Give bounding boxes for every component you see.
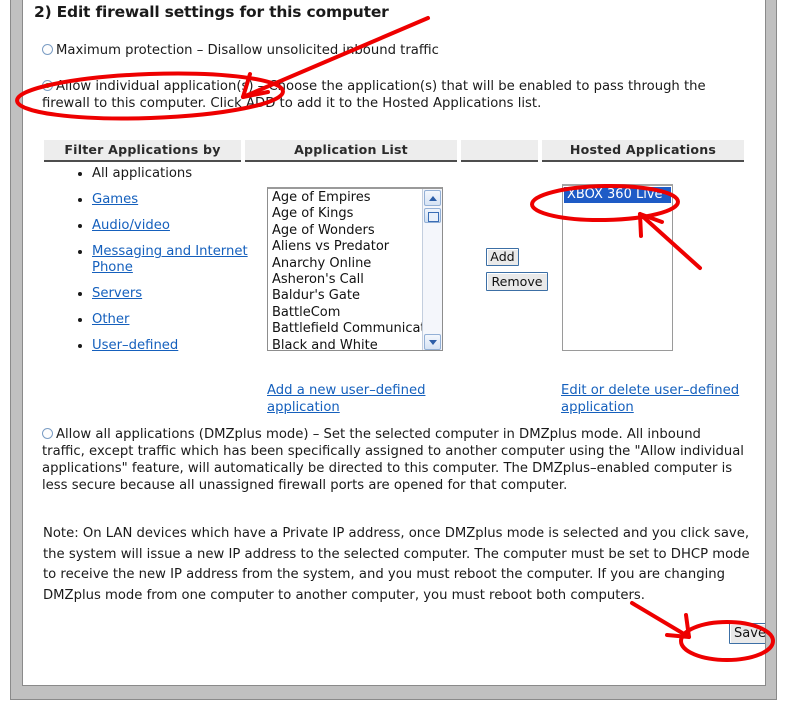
list-item[interactable]: Other bbox=[92, 312, 270, 328]
list-item[interactable]: Baldur's Gate bbox=[268, 288, 422, 304]
radio-allow-individual[interactable] bbox=[42, 80, 53, 91]
hosted-applications-selected-item[interactable]: XBOX 360 Live bbox=[564, 187, 671, 203]
hosted-applications-list-box[interactable]: XBOX 360 Live bbox=[562, 184, 673, 351]
edit-user-defined-application-link[interactable]: Edit or delete user–defined application bbox=[561, 382, 741, 416]
column-header-hosted-applications: Hosted Applications bbox=[542, 140, 744, 162]
remove-button[interactable]: Remove bbox=[486, 272, 548, 291]
list-item[interactable]: Audio/video bbox=[92, 218, 270, 234]
dmzplus-note-text: Note: On LAN devices which have a Privat… bbox=[43, 526, 750, 603]
radio-maximum-protection[interactable] bbox=[42, 44, 53, 55]
add-button[interactable]: Add bbox=[486, 248, 519, 266]
application-list-items[interactable]: Age of Empires Age of Kings Age of Wonde… bbox=[268, 190, 439, 350]
add-user-defined-application-link[interactable]: Add a new user–defined application bbox=[267, 382, 427, 416]
filter-item-servers[interactable]: Servers bbox=[92, 286, 142, 301]
option-maximum-protection-label: Maximum protection – Disallow unsolicite… bbox=[56, 43, 439, 58]
list-item[interactable]: Battlefield Communicator bbox=[268, 321, 439, 337]
list-item[interactable]: Games bbox=[92, 192, 270, 208]
page-title: 2) Edit firewall settings for this compu… bbox=[34, 3, 389, 21]
application-list-box[interactable]: Age of Empires Age of Kings Age of Wonde… bbox=[267, 187, 443, 351]
filter-item-games[interactable]: Games bbox=[92, 192, 138, 207]
list-item[interactable]: BattleCom bbox=[268, 305, 422, 321]
filter-item-messaging-internet-phone[interactable]: Messaging and Internet Phone bbox=[92, 244, 248, 275]
firewall-settings-form: 2) Edit firewall settings for this compu… bbox=[23, 0, 765, 685]
save-button[interactable]: Save bbox=[729, 623, 765, 644]
scroll-up-arrow-icon[interactable] bbox=[424, 190, 441, 206]
list-item[interactable]: Messaging and Internet Phone bbox=[92, 244, 270, 276]
list-item[interactable]: Anarchy Online bbox=[268, 256, 422, 272]
list-item[interactable]: Age of Empires bbox=[268, 190, 422, 206]
option-allow-individual-label: Allow individual application(s) – Choose… bbox=[42, 79, 706, 111]
option-allow-individual[interactable]: Allow individual application(s) – Choose… bbox=[42, 78, 752, 112]
column-header-filter-applications: Filter Applications by bbox=[44, 140, 241, 162]
column-header-actions bbox=[461, 140, 538, 162]
filter-applications-list: All applications Games Audio/video Messa… bbox=[70, 166, 270, 364]
option-maximum-protection[interactable]: Maximum protection – Disallow unsolicite… bbox=[42, 42, 439, 59]
filter-item-user-defined[interactable]: User–defined bbox=[92, 338, 178, 353]
scroll-down-arrow-icon[interactable] bbox=[424, 334, 441, 350]
list-item[interactable]: Servers bbox=[92, 286, 270, 302]
list-item: All applications bbox=[92, 166, 270, 182]
list-item[interactable]: Asheron's Call bbox=[268, 272, 422, 288]
filter-item-audio-video[interactable]: Audio/video bbox=[92, 218, 170, 233]
list-item[interactable]: User–defined bbox=[92, 338, 270, 354]
applications-table-header: Filter Applications by Application List … bbox=[44, 140, 744, 162]
option-allow-all-dmzplus[interactable]: Allow all applications (DMZplus mode) – … bbox=[42, 426, 747, 494]
filter-list: All applications Games Audio/video Messa… bbox=[70, 166, 270, 354]
list-item[interactable]: Black and White bbox=[268, 338, 422, 350]
page-surface: 2) Edit firewall settings for this compu… bbox=[22, 0, 766, 686]
scrollbar-thumb[interactable] bbox=[424, 208, 441, 223]
radio-allow-all-dmzplus[interactable] bbox=[42, 428, 53, 439]
filter-item-other[interactable]: Other bbox=[92, 312, 129, 327]
list-item[interactable]: Age of Wonders bbox=[268, 223, 422, 239]
filter-item-all-applications: All applications bbox=[92, 166, 193, 181]
list-item[interactable]: Age of Kings bbox=[268, 206, 422, 222]
list-item[interactable]: Aliens vs Predator bbox=[268, 239, 422, 255]
application-list-scrollbar[interactable] bbox=[422, 189, 442, 350]
option-allow-all-dmzplus-label: Allow all applications (DMZplus mode) – … bbox=[42, 427, 744, 493]
column-header-application-list: Application List bbox=[245, 140, 457, 162]
